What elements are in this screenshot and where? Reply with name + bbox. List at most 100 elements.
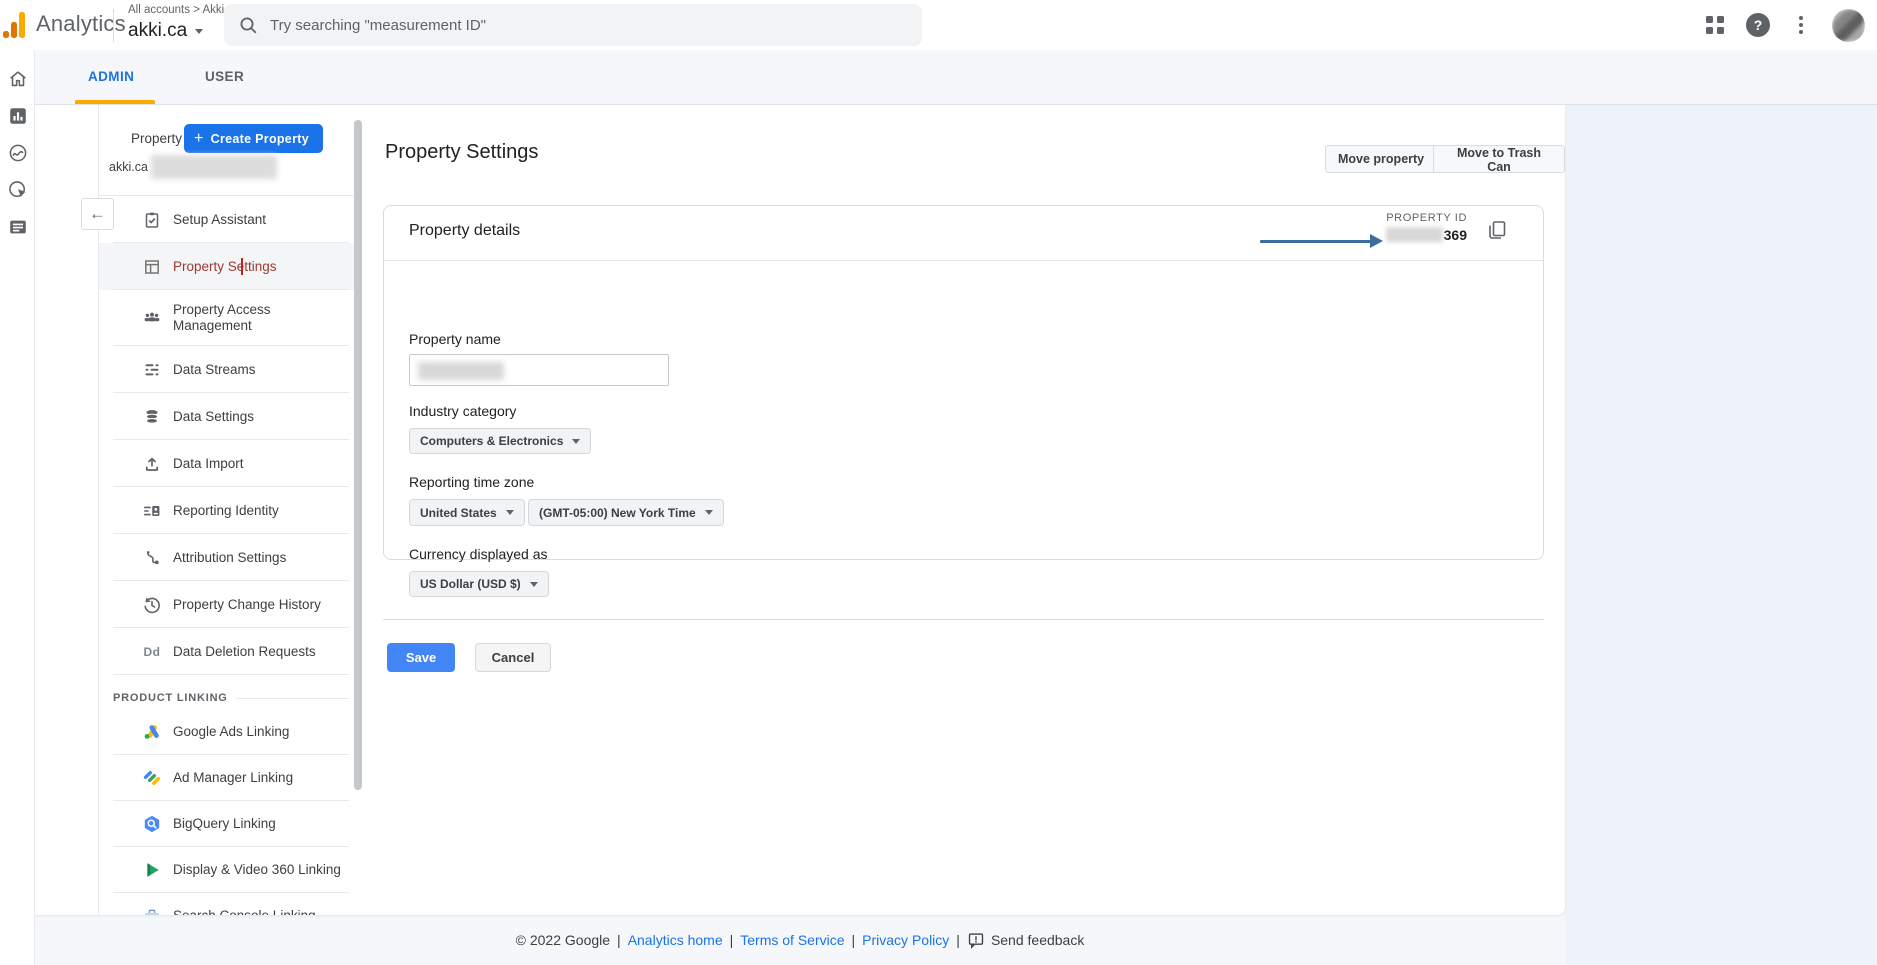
tab-user[interactable]: USER <box>205 69 244 84</box>
sidebar-item-attribution-settings[interactable]: Attribution Settings <box>99 534 355 581</box>
property-id-label: PROPERTY ID <box>1386 212 1467 224</box>
avatar[interactable] <box>1832 8 1865 42</box>
industry-category-label: Industry category <box>409 403 517 419</box>
annotation-arrow <box>1260 240 1372 243</box>
people-icon <box>141 307 163 329</box>
timezone-country-value: United States <box>420 505 497 520</box>
redacted-property-id <box>150 155 277 179</box>
currency-label: Currency displayed as <box>409 546 548 562</box>
admin-sheet: ← Property + Create Property akki.ca Set… <box>35 105 1565 915</box>
chevron-down-icon <box>704 510 713 515</box>
tab-admin[interactable]: ADMIN <box>88 69 134 84</box>
explore-icon[interactable] <box>7 142 29 164</box>
sidebar-item-reporting-identity[interactable]: Reporting Identity <box>99 487 355 534</box>
property-column-label: Property <box>131 131 183 146</box>
attribution-icon <box>141 547 163 569</box>
plus-icon: + <box>194 129 204 147</box>
move-to-trash-button[interactable]: Move to Trash Can <box>1433 145 1565 174</box>
chevron-down-icon <box>505 510 514 515</box>
sidebar-item-label: Property Access Management <box>173 302 271 333</box>
sidebar-item-label: Google Ads Linking <box>173 724 290 739</box>
sidebar-item-label: BigQuery Linking <box>173 816 276 831</box>
page-title: Property Settings <box>385 141 539 163</box>
property-selector[interactable]: akki.ca <box>109 155 277 179</box>
timezone-value: (GMT-05:00) New York Time <box>539 505 696 520</box>
save-button[interactable]: Save <box>387 643 455 672</box>
annotation-arrow-head <box>1370 234 1383 248</box>
search-input[interactable] <box>270 16 830 34</box>
sidebar-item-search-console-linking[interactable]: Search Console Linking <box>99 893 355 915</box>
help-icon[interactable]: ? <box>1746 13 1770 37</box>
account-switcher[interactable]: akki.ca <box>128 18 204 44</box>
chevron-down-icon <box>572 438 581 444</box>
analytics-logo-icon <box>3 12 29 38</box>
sidebar-item-property-settings[interactable]: Property Settings <box>99 243 355 290</box>
sidebar-item-data-import[interactable]: Data Import <box>99 440 355 487</box>
reports-icon[interactable] <box>7 105 29 127</box>
industry-category-value: Computers & Electronics <box>420 434 564 448</box>
upload-icon <box>141 453 163 475</box>
home-icon[interactable] <box>7 68 29 90</box>
redacted-id-digits <box>1385 227 1443 242</box>
move-property-button[interactable]: Move property <box>1325 145 1438 173</box>
sidebar-item-property-change-history[interactable]: Property Change History <box>99 581 355 628</box>
property-id-value: 369 <box>1385 227 1467 243</box>
send-feedback-label: Send feedback <box>990 932 1085 948</box>
more-menu-icon[interactable] <box>1792 16 1810 34</box>
sidebar-item-label: Reporting Identity <box>173 502 279 518</box>
search-console-icon <box>141 905 163 915</box>
product-linking-header: PRODUCT LINKING <box>113 687 349 709</box>
property-details-card: Property details PROPERTY ID 369 Propert… <box>383 205 1544 597</box>
account-name: akki.ca <box>128 20 188 41</box>
property-name-input[interactable] <box>409 354 669 386</box>
industry-category-select[interactable]: Computers & Electronics <box>409 428 592 454</box>
footer: © 2022 Google | Analytics home | Terms o… <box>35 915 1565 965</box>
redacted-property-name <box>418 362 504 380</box>
property-selector-label: akki.ca <box>109 160 148 174</box>
property-sidebar: Property + Create Property akki.ca Setup… <box>98 105 355 915</box>
back-arrow-icon: ← <box>89 204 106 223</box>
footer-separator: | <box>851 932 856 948</box>
apps-grid-icon[interactable] <box>1706 16 1724 34</box>
main-content: Property Settings Move property Move to … <box>363 105 1565 915</box>
chevron-down-icon <box>195 28 204 34</box>
sidebar-item-property-access-management[interactable]: Property Access Management <box>99 290 355 346</box>
advertising-icon[interactable] <box>7 179 29 201</box>
sidebar-item-data-deletion-requests[interactable]: Dd Data Deletion Requests <box>99 628 355 675</box>
bigquery-icon <box>141 813 163 835</box>
copy-icon[interactable] <box>1485 218 1509 242</box>
breadcrumb: All accounts > Akki <box>128 4 225 16</box>
currency-select[interactable]: US Dollar (USD $) <box>409 571 549 597</box>
sidebar-item-data-streams[interactable]: Data Streams <box>99 346 355 393</box>
terms-of-service-link[interactable]: Terms of Service <box>740 932 844 948</box>
analytics-home-link[interactable]: Analytics home <box>628 932 723 948</box>
sidebar-scrollbar[interactable] <box>354 120 362 790</box>
back-button[interactable]: ← <box>81 198 114 230</box>
sidebar-item-ad-manager-linking[interactable]: Ad Manager Linking <box>99 755 355 801</box>
cancel-button[interactable]: Cancel <box>475 643 551 672</box>
send-feedback-button[interactable]: Send feedback <box>967 931 1084 949</box>
app-header: Analytics All accounts > Akki akki.ca ? <box>0 0 1877 50</box>
timezone-select[interactable]: (GMT-05:00) New York Time <box>528 499 724 526</box>
sidebar-item-google-ads-linking[interactable]: Google Ads Linking <box>99 709 355 755</box>
google-ads-icon <box>141 721 163 743</box>
sidebar-item-setup-assistant[interactable]: Setup Assistant <box>99 196 355 243</box>
property-menu: Setup Assistant Property Settings Proper… <box>99 195 355 915</box>
footer-separator: | <box>617 932 621 948</box>
sidebar-item-dv360-linking[interactable]: Display & Video 360 Linking <box>99 847 355 893</box>
sidebar-item-bigquery-linking[interactable]: BigQuery Linking <box>99 801 355 847</box>
sidebar-item-label: Data Deletion Requests <box>173 643 316 659</box>
sidebar-item-data-settings[interactable]: Data Settings <box>99 393 355 440</box>
content-divider <box>383 619 1544 620</box>
card-title: Property details <box>409 222 521 239</box>
global-search[interactable] <box>224 4 922 46</box>
privacy-policy-link[interactable]: Privacy Policy <box>862 932 949 948</box>
footer-separator: | <box>729 932 734 948</box>
layout-icon <box>141 256 163 278</box>
timezone-country-select[interactable]: United States <box>409 499 525 526</box>
sidebar-item-label: Property Settings <box>173 257 277 275</box>
create-property-button[interactable]: + Create Property <box>184 124 323 153</box>
sidebar-item-label: Data Settings <box>173 408 255 424</box>
configure-icon[interactable] <box>7 216 29 238</box>
streams-icon <box>141 359 163 381</box>
